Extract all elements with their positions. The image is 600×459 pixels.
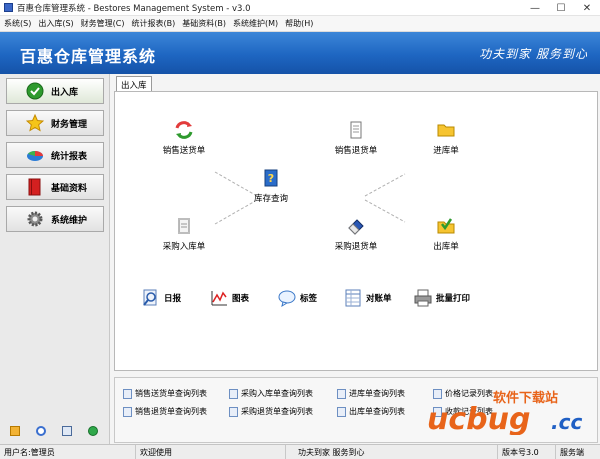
report-link[interactable]: 采购退货单查询列表 bbox=[229, 406, 313, 417]
app-icon bbox=[4, 3, 13, 12]
sidebar-item-inout[interactable]: 出入库 bbox=[6, 78, 104, 104]
check-circle-icon bbox=[25, 81, 45, 101]
sidebar-item-label: 财务管理 bbox=[51, 119, 88, 130]
eraser-icon bbox=[346, 216, 366, 236]
report-link[interactable]: 出库单查询列表 bbox=[337, 406, 405, 417]
report-icon bbox=[337, 388, 346, 399]
chart-button[interactable]: 图表 bbox=[209, 288, 249, 308]
flow-label: 库存查询 bbox=[253, 194, 288, 204]
report-icon bbox=[123, 406, 132, 417]
note-icon[interactable] bbox=[10, 426, 20, 436]
watermark-suffix: .cc bbox=[551, 410, 582, 434]
menu-maintenance[interactable]: 系统维护(M) bbox=[233, 18, 278, 29]
tool-label: 标签 bbox=[300, 294, 318, 304]
folder-check-icon bbox=[436, 216, 456, 236]
sidebar-item-finance[interactable]: 财务管理 bbox=[6, 110, 104, 136]
banner-slogan: 功夫到家 服务到心 bbox=[479, 47, 588, 61]
magnifier-icon[interactable] bbox=[62, 426, 72, 436]
menu-basic-data[interactable]: 基础资料(B) bbox=[182, 18, 226, 29]
report-icon bbox=[123, 388, 132, 399]
gear-icon bbox=[25, 209, 45, 229]
menu-finance[interactable]: 财务管理(C) bbox=[81, 18, 125, 29]
minimize-button[interactable]: — bbox=[522, 0, 548, 16]
purchase-return-button[interactable]: 采购退货单 bbox=[321, 216, 391, 252]
header-banner: 百惠仓库管理系统 功夫到家 服务到心 bbox=[0, 32, 600, 74]
tool-label: 日报 bbox=[164, 294, 182, 304]
purchase-in-button[interactable]: 采购入库单 bbox=[149, 216, 219, 252]
flow-label: 采购退货单 bbox=[334, 242, 378, 252]
sidebar-item-label: 出入库 bbox=[51, 87, 79, 98]
sidebar-item-basic-data[interactable]: 基础资料 bbox=[6, 174, 104, 200]
sidebar-item-label: 基础资料 bbox=[51, 183, 88, 194]
sales-delivery-button[interactable]: 销售送货单 bbox=[149, 120, 219, 156]
flow-label: 销售送货单 bbox=[162, 146, 206, 156]
status-welcome: 欢迎使用 bbox=[136, 444, 286, 459]
document-scroll-icon bbox=[346, 120, 366, 140]
line-chart-icon bbox=[209, 288, 229, 308]
printer-icon bbox=[413, 288, 433, 308]
sidebar-item-maintenance[interactable]: 系统维护 bbox=[6, 206, 104, 232]
spreadsheet-icon bbox=[343, 288, 363, 308]
status-bar: 用户名:管理员 欢迎使用 功夫到家 服务到心 版本号3.0 服务端 bbox=[0, 444, 600, 459]
report-icon bbox=[229, 406, 238, 417]
ucbug-watermark: 软件下载站 ucbug .cc bbox=[427, 390, 582, 435]
flow-label: 销售退货单 bbox=[334, 146, 378, 156]
daily-report-button[interactable]: 日报 bbox=[141, 288, 181, 308]
pie-chart-icon bbox=[25, 145, 45, 165]
window-title: 百惠仓库管理系统 - Bestores Management System - … bbox=[17, 3, 251, 14]
exit-icon[interactable] bbox=[88, 426, 98, 436]
inventory-query-button[interactable]: ? 库存查询 bbox=[236, 168, 306, 204]
sidebar: 出入库 财务管理 统计报表 基础资料 系统维护 bbox=[0, 74, 110, 444]
batch-print-button[interactable]: 批量打印 bbox=[413, 288, 470, 308]
clock-icon[interactable] bbox=[36, 426, 46, 436]
close-button[interactable]: ✕ bbox=[574, 0, 600, 16]
report-link[interactable]: 进库单查询列表 bbox=[337, 388, 405, 399]
menu-system[interactable]: 系统(S) bbox=[4, 18, 31, 29]
title-bar: 百惠仓库管理系统 - Bestores Management System - … bbox=[0, 0, 600, 16]
report-link[interactable]: 采购入库单查询列表 bbox=[229, 388, 313, 399]
scroll-icon bbox=[174, 216, 194, 236]
status-service: 服务端 bbox=[560, 447, 584, 457]
stock-out-button[interactable]: 出库单 bbox=[411, 216, 481, 252]
stock-in-button[interactable]: 进库单 bbox=[411, 120, 481, 156]
svg-text:?: ? bbox=[268, 172, 274, 185]
tool-label: 批量打印 bbox=[436, 294, 471, 304]
speech-bubble-icon bbox=[277, 288, 297, 308]
menu-bar: 系统(S) 出入库(S) 财务管理(C) 统计报表(B) 基础资料(B) 系统维… bbox=[0, 16, 600, 32]
inout-panel: 销售送货单 销售退货单 进库单 ? 库存查询 采购入库单 采购退货单 出库单 日… bbox=[114, 91, 598, 371]
window-controls: — ☐ ✕ bbox=[522, 0, 600, 16]
report-link[interactable]: 销售送货单查询列表 bbox=[123, 388, 207, 399]
sidebar-item-label: 统计报表 bbox=[51, 151, 88, 162]
sales-return-button[interactable]: 销售退货单 bbox=[321, 120, 391, 156]
status-version: 版本号3.0 bbox=[498, 444, 556, 459]
star-icon bbox=[25, 113, 45, 133]
sidebar-item-label: 系统维护 bbox=[51, 215, 88, 226]
tool-label: 图表 bbox=[232, 294, 250, 304]
sidebar-quick-icons bbox=[10, 426, 114, 436]
report-icon bbox=[337, 406, 346, 417]
tab-inout[interactable]: 出入库 bbox=[116, 76, 152, 92]
report-link[interactable]: 销售退货单查询列表 bbox=[123, 406, 207, 417]
flow-label: 出库单 bbox=[433, 242, 459, 252]
help-book-icon: ? bbox=[261, 168, 281, 188]
report-icon bbox=[229, 388, 238, 399]
magnifier-report-icon bbox=[141, 288, 161, 308]
menu-reports[interactable]: 统计报表(B) bbox=[131, 18, 175, 29]
flow-label: 采购入库单 bbox=[162, 242, 206, 252]
sidebar-item-statistics[interactable]: 统计报表 bbox=[6, 142, 104, 168]
menu-inout[interactable]: 出入库(S) bbox=[38, 18, 73, 29]
maximize-button[interactable]: ☐ bbox=[548, 0, 574, 16]
tag-button[interactable]: 标签 bbox=[277, 288, 317, 308]
status-user: 用户名:管理员 bbox=[0, 444, 136, 459]
folder-icon bbox=[436, 120, 456, 140]
reconcile-button[interactable]: 对账单 bbox=[343, 288, 392, 308]
watermark-brand: ucbug bbox=[427, 402, 530, 435]
status-slogan: 功夫到家 服务到心 bbox=[286, 444, 498, 459]
recycle-arrows-icon bbox=[174, 120, 194, 140]
app-name: 百惠仓库管理系统 bbox=[20, 47, 157, 66]
menu-help[interactable]: 帮助(H) bbox=[285, 18, 313, 29]
flow-label: 进库单 bbox=[433, 146, 459, 156]
book-icon bbox=[25, 177, 45, 197]
tool-label: 对账单 bbox=[366, 294, 392, 304]
